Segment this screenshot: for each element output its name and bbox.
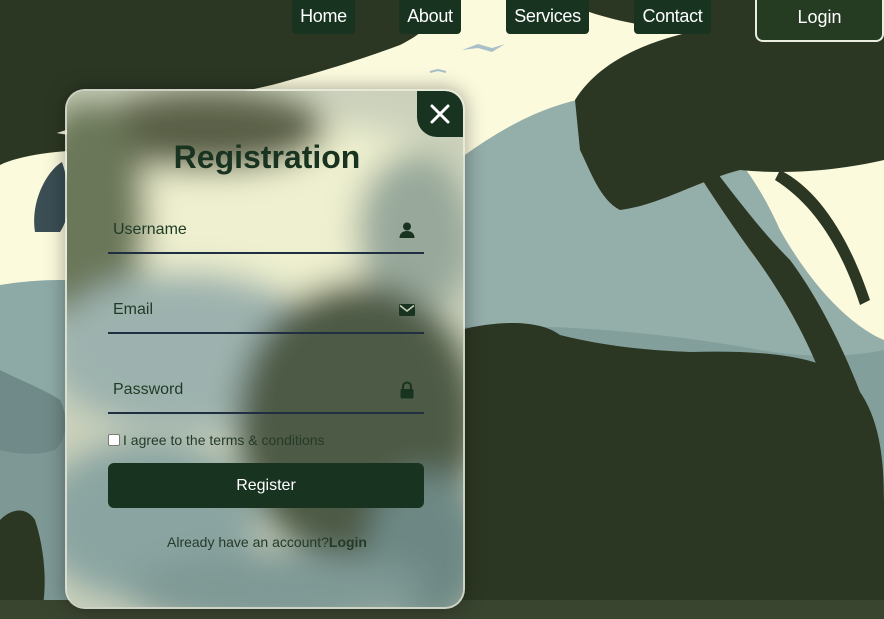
lock-icon [400,381,414,399]
email-input[interactable] [108,288,388,332]
nav-services[interactable]: Services [506,0,589,34]
form-title: Registration [173,139,361,175]
login-prompt: Already have an account?Login [67,534,463,550]
nav-home[interactable]: Home [292,0,355,34]
top-nav: Home About Services Contact Login [0,0,884,42]
password-input[interactable] [108,368,388,412]
terms-row: I agree to the terms & conditions [108,431,325,449]
terms-label: I agree to the terms & conditions [123,432,325,448]
username-input[interactable] [108,208,388,252]
nav-contact[interactable]: Contact [634,0,711,34]
nav-login-button[interactable]: Login [755,0,884,42]
envelope-icon [399,304,415,316]
email-field [108,288,424,334]
nav-about[interactable]: About [399,0,461,34]
close-button[interactable] [417,91,463,137]
close-icon [430,104,450,124]
username-field [108,208,424,254]
register-button[interactable]: Register [108,463,424,508]
password-field [108,368,424,414]
person-icon [399,222,415,238]
registration-card: Registration I agree to the terms & cond… [65,89,465,609]
terms-checkbox[interactable] [108,434,120,446]
login-prompt-text: Already have an account? [167,534,329,550]
login-link[interactable]: Login [329,534,367,550]
